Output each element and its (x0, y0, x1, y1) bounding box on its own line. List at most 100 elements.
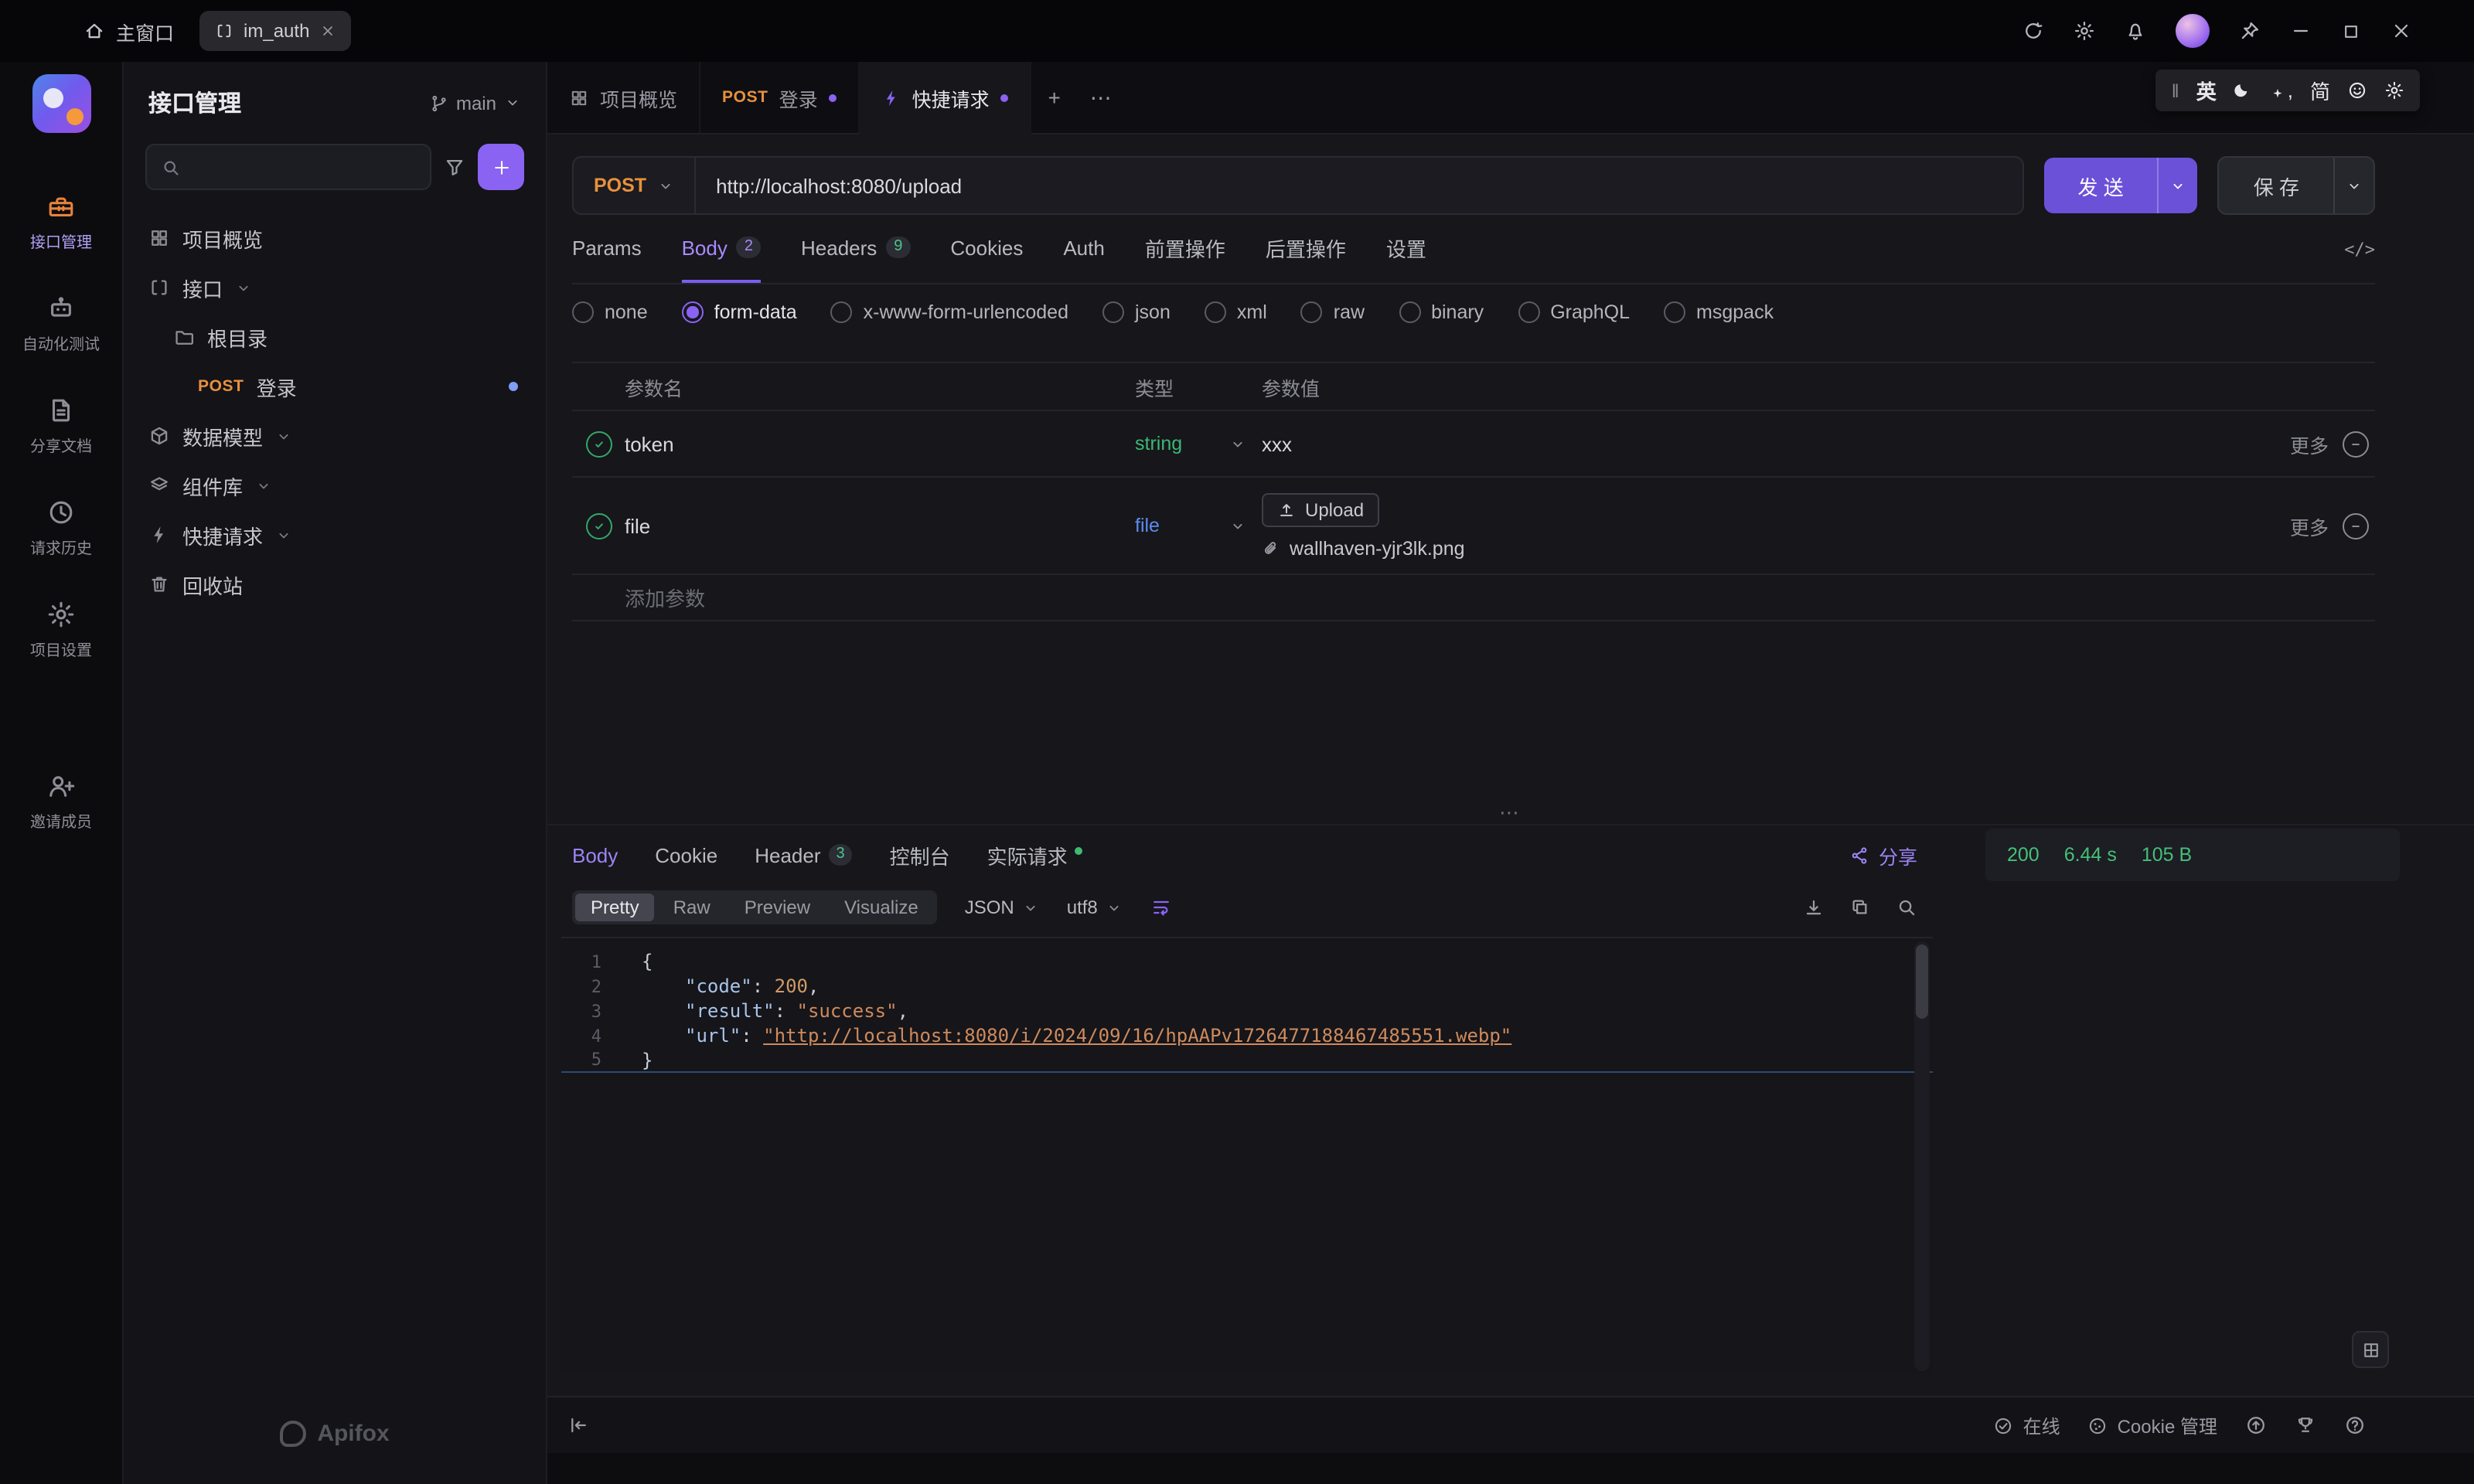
param-enabled-cell[interactable] (572, 431, 625, 457)
code-view-icon[interactable]: </> (2344, 239, 2375, 259)
mode-pretty[interactable]: Pretty (575, 893, 655, 921)
search-box[interactable] (145, 144, 431, 190)
tab-post-ops[interactable]: 后置操作 (1266, 215, 1346, 283)
param-name-cell[interactable]: token (625, 432, 1135, 455)
tab-login-api[interactable]: POST 登录 (700, 62, 860, 133)
settings-gear-icon[interactable] (2074, 20, 2095, 42)
add-param-row[interactable]: 添加参数 (572, 575, 2375, 621)
online-status[interactable]: 在线 (1994, 1412, 2060, 1438)
ime-settings-gear-icon[interactable] (2384, 80, 2404, 100)
tab-settings[interactable]: 设置 (1386, 215, 1426, 283)
sidebar-item-data-models[interactable]: 数据模型 (133, 413, 537, 459)
chevron-down-icon[interactable] (235, 279, 252, 296)
panel-resize-handle[interactable]: ⋯ (547, 801, 2474, 824)
ime-charset-toggle[interactable]: 简 (2310, 76, 2330, 105)
tab-params[interactable]: Params (572, 215, 642, 283)
sidebar-item-recycle-bin[interactable]: 回收站 (133, 561, 537, 608)
rail-item-share-docs[interactable]: 分享文档 (0, 396, 122, 456)
rail-item-project-settings[interactable]: 项目设置 (0, 600, 122, 660)
rail-item-invite-members[interactable]: 邀请成员 (0, 771, 122, 832)
body-type-graphql[interactable]: GraphQL (1518, 301, 1630, 323)
code-link-token[interactable]: "http://localhost:8080/i/2024/09/16/hpAA… (763, 1025, 1511, 1047)
body-type-none[interactable]: none (572, 301, 648, 323)
download-icon[interactable] (1803, 897, 1825, 918)
ime-punctuation-toggle[interactable]: , (2271, 79, 2293, 102)
attached-file[interactable]: wallhaven-yjr3lk.png (1262, 537, 1465, 559)
collapse-sidebar-icon[interactable] (567, 1414, 589, 1436)
ime-drag-handle[interactable]: ‖ (2172, 80, 2179, 101)
sidebar-item-components[interactable]: 组件库 (133, 462, 537, 509)
param-value-cell[interactable]: xxx (1262, 432, 2233, 455)
body-type-msgpack[interactable]: msgpack (1664, 301, 1774, 323)
tab-response-cookie[interactable]: Cookie (655, 843, 717, 866)
close-window-icon[interactable] (2391, 20, 2412, 42)
pin-icon[interactable] (2239, 20, 2261, 42)
tab-auth[interactable]: Auth (1063, 215, 1105, 283)
moon-icon[interactable] (2234, 80, 2254, 100)
send-button[interactable]: 发 送 (2043, 158, 2198, 213)
tab-response-body[interactable]: Body (572, 843, 618, 866)
layout-grid-button[interactable] (2352, 1331, 2389, 1368)
check-circle-icon[interactable] (585, 512, 612, 539)
encoding-select[interactable]: utf8 (1067, 897, 1123, 918)
add-new-button[interactable] (478, 144, 524, 190)
more-button[interactable]: 更多 (2290, 511, 2329, 540)
param-enabled-cell[interactable] (572, 512, 625, 539)
sidebar-item-root-folder[interactable]: 根目录 (133, 314, 537, 360)
method-select[interactable]: POST (574, 158, 697, 213)
word-wrap-icon[interactable] (1150, 897, 1172, 918)
tab-console[interactable]: 控制台 (890, 840, 950, 870)
param-type-select[interactable]: string (1135, 433, 1262, 454)
response-body-editor[interactable]: 1 { 2 "code": 200, 3 "result": "success"… (561, 937, 1933, 1374)
emoji-smile-icon[interactable] (2347, 80, 2367, 100)
body-type-xml[interactable]: xml (1204, 301, 1267, 323)
format-select[interactable]: JSON (965, 897, 1039, 918)
tab-headers[interactable]: Headers 9 (801, 215, 911, 283)
check-circle-icon[interactable] (585, 431, 612, 457)
save-options-split[interactable] (2333, 158, 2373, 213)
scrollbar-thumb[interactable] (1916, 945, 1928, 1019)
param-type-select[interactable]: file (1135, 515, 1262, 536)
home-window-button[interactable]: 主窗口 (83, 16, 174, 46)
tab-response-header[interactable]: Header 3 (755, 843, 853, 866)
body-type-binary[interactable]: binary (1399, 301, 1484, 323)
rewards-icon[interactable] (2295, 1414, 2316, 1436)
copy-icon[interactable] (1849, 897, 1871, 918)
param-name-cell[interactable]: file (625, 514, 1135, 537)
window-tab-im-auth[interactable]: im_auth (199, 11, 352, 51)
upgrade-icon[interactable] (2245, 1414, 2267, 1436)
send-options-split[interactable] (2157, 158, 2198, 213)
share-button[interactable]: 分享 (1849, 840, 1917, 870)
close-tab-icon[interactable] (320, 23, 336, 39)
mode-raw[interactable]: Raw (658, 893, 726, 921)
notifications-bell-icon[interactable] (2125, 20, 2146, 42)
project-logo[interactable] (32, 74, 90, 133)
more-button[interactable]: 更多 (2290, 429, 2329, 458)
avatar[interactable] (2176, 14, 2210, 48)
tab-more-button[interactable]: ⋯ (1078, 62, 1124, 133)
rail-item-request-history[interactable]: 请求历史 (0, 498, 122, 558)
upload-button[interactable]: Upload (1262, 492, 1380, 526)
save-button[interactable]: 保 存 (2217, 156, 2375, 215)
body-type-raw[interactable]: raw (1300, 301, 1365, 323)
chevron-down-icon[interactable] (275, 526, 292, 543)
chevron-down-icon[interactable] (255, 477, 272, 494)
url-input[interactable] (696, 174, 2022, 197)
tab-project-overview[interactable]: 项目概览 (547, 62, 701, 133)
tab-body[interactable]: Body 2 (681, 215, 761, 283)
new-tab-button[interactable]: + (1031, 62, 1078, 133)
search-icon[interactable] (1896, 897, 1917, 918)
sidebar-item-api-group[interactable]: 接口 (133, 264, 537, 311)
body-type-urlencoded[interactable]: x-www-form-urlencoded (830, 301, 1068, 323)
body-type-form-data[interactable]: form-data (681, 301, 797, 323)
ime-language-indicator[interactable]: 英 (2196, 76, 2217, 105)
minimize-icon[interactable] (2290, 20, 2312, 42)
mode-preview[interactable]: Preview (729, 893, 826, 921)
editor-scrollbar[interactable] (1914, 941, 1930, 1371)
sidebar-item-project-overview[interactable]: 项目概览 (133, 215, 537, 261)
tab-pre-ops[interactable]: 前置操作 (1145, 215, 1225, 283)
cookie-manager-button[interactable]: Cookie 管理 (2088, 1412, 2217, 1438)
chevron-down-icon[interactable] (275, 427, 292, 444)
tab-actual-request[interactable]: 实际请求 (987, 840, 1083, 870)
help-icon[interactable] (2344, 1414, 2366, 1436)
